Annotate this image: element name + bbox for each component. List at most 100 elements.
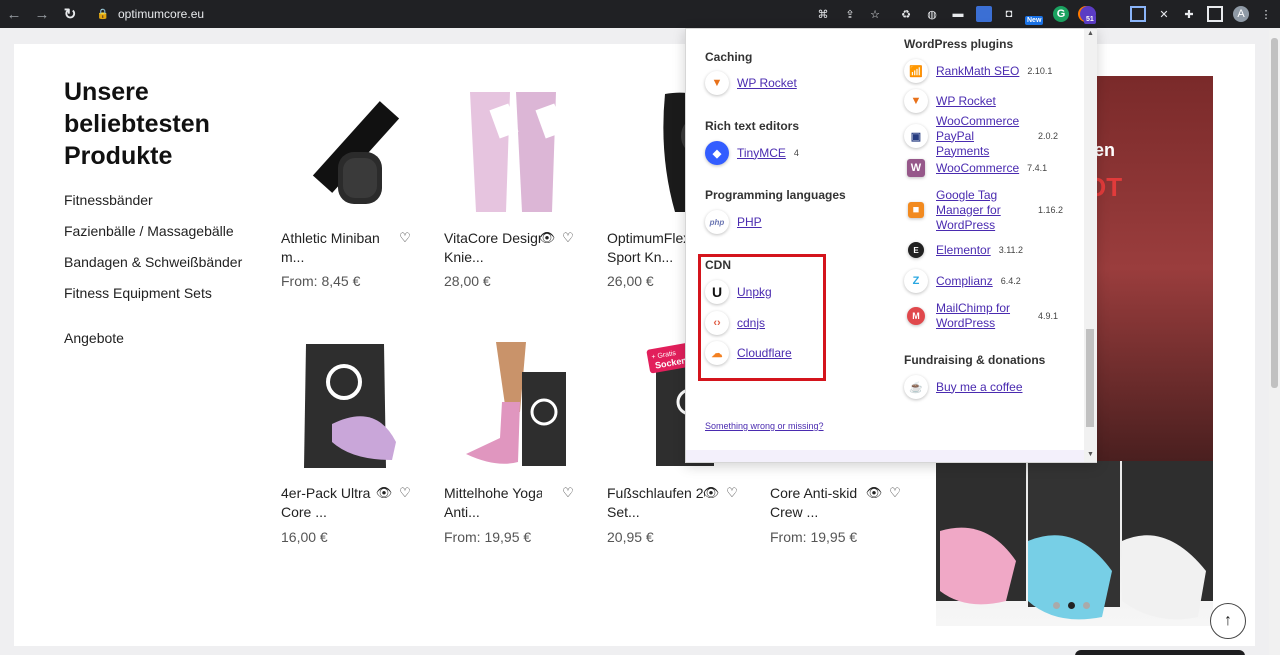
wishlist-heart-icon[interactable]: ♡ [887, 485, 903, 501]
extension-camera-icon[interactable]: ◘ [1001, 6, 1017, 22]
wishlist-heart-icon[interactable]: ♡ [560, 230, 576, 246]
report-missing-link[interactable]: Something wrong or missing? [705, 421, 824, 431]
tech-name[interactable]: Elementor [936, 243, 991, 258]
address-bar[interactable]: optimumcore.eu [118, 7, 204, 21]
category-title-caching: Caching [705, 50, 753, 64]
wishlist-heart-icon[interactable]: ♡ [397, 230, 413, 246]
product-name-cont[interactable]: Crew ... [770, 503, 868, 522]
section-heading: Unsere beliebtesten Produkte [64, 78, 210, 170]
product-name-cont[interactable]: Anti... [444, 503, 542, 522]
carousel-dot[interactable] [1083, 602, 1090, 609]
product-name[interactable]: 4er-Pack Ultra [281, 484, 379, 503]
extension-car-icon[interactable]: ▬ [950, 6, 966, 22]
quick-view-eye-icon[interactable]: 👁 [376, 485, 393, 501]
wp-rocket-icon: ▼ [705, 71, 729, 95]
profile-avatar[interactable]: A [1233, 6, 1249, 22]
tech-name[interactable]: Buy me a coffee [936, 380, 1023, 395]
product-name-cont[interactable]: m... [281, 248, 379, 267]
product-name-cont[interactable]: Knie... [444, 248, 542, 267]
tech-item[interactable]: 📶 RankMath SEO 2.10.1 [904, 58, 1052, 84]
tech-item[interactable]: ◆ TinyMCE 4 [705, 140, 799, 166]
tech-name[interactable]: RankMath SEO [936, 64, 1019, 79]
tech-name[interactable]: Complianz [936, 274, 993, 289]
wappalyzer-count-badge: 51 [1084, 15, 1096, 24]
tech-name[interactable]: WP Rocket [737, 76, 797, 91]
wishlist-heart-icon[interactable]: ♡ [397, 485, 413, 501]
extensions-puzzle-icon[interactable]: ✚ [1181, 6, 1197, 22]
extension-globe-icon[interactable]: ◍ [924, 6, 940, 22]
bookmark-star-icon[interactable]: ☆ [867, 6, 883, 22]
product-name-cont[interactable]: Sport Kn... [607, 248, 685, 267]
category-link[interactable]: Angebote [64, 330, 124, 346]
category-link[interactable]: Fitness Equipment Sets [64, 285, 212, 301]
product-name-cont[interactable]: Core ... [281, 503, 379, 522]
forward-icon[interactable]: → [28, 0, 56, 28]
tech-item[interactable]: ■ Google Tag Manager for WordPress 1.16.… [904, 187, 1063, 233]
tech-version: 3.11.2 [998, 245, 1024, 255]
tech-item[interactable]: ▼ WP Rocket [904, 88, 996, 114]
extension-translate-icon[interactable] [976, 6, 992, 22]
scroll-up-arrow-icon[interactable]: ▲ [1084, 30, 1097, 37]
quick-view-eye-icon[interactable]: 👁 [703, 485, 720, 501]
product-name[interactable]: Athletic Minibands [281, 229, 379, 248]
product-price: 28,00 € [444, 273, 491, 289]
scroll-down-arrow-icon[interactable]: ▼ [1084, 451, 1097, 458]
tech-item[interactable]: Z Complianz 6.4.2 [904, 268, 1021, 294]
category-link[interactable]: Bandagen & Schweißbänder [64, 254, 242, 270]
product-image-minibands[interactable] [296, 86, 414, 216]
side-panel-icon[interactable] [1207, 6, 1223, 22]
extension-screen-icon[interactable] [1130, 6, 1146, 22]
tech-item[interactable]: ☕ Buy me a coffee [904, 374, 1023, 400]
category-link[interactable]: Fitnessbänder [64, 192, 153, 208]
share-icon[interactable]: ⇪ [842, 6, 858, 22]
product-name-cont[interactable]: Set... [607, 503, 705, 522]
tech-item[interactable]: E Elementor 3.11.2 [904, 237, 1023, 263]
page-scrollbar[interactable] [1269, 30, 1280, 655]
browser-menu-icon[interactable]: ⋮ [1258, 6, 1274, 22]
popup-footer-band [686, 450, 1084, 462]
extension-recycle-icon[interactable]: ♻ [898, 6, 914, 22]
product-image-yoga-socks[interactable] [456, 342, 574, 472]
popup-scrollbar[interactable]: ▲ ▼ [1084, 29, 1097, 462]
product-name[interactable]: Mittelhohe Yoga [444, 484, 542, 503]
carousel-dot-active[interactable] [1068, 602, 1075, 609]
tech-name[interactable]: WP Rocket [936, 94, 996, 109]
product-image-knee-sleeve[interactable] [456, 86, 574, 216]
tech-name[interactable]: WooCommerce PayPal Payments [936, 114, 1030, 159]
extension-x-icon[interactable]: ✕ [1156, 6, 1172, 22]
back-icon[interactable]: ← [0, 0, 28, 28]
tech-item[interactable]: W WooCommerce 7.4.1 [904, 155, 1047, 181]
tech-item[interactable]: ▼ WP Rocket [705, 70, 797, 96]
tech-name[interactable]: TinyMCE [737, 146, 786, 161]
tech-name[interactable]: PHP [737, 215, 762, 230]
product-name[interactable]: VitaCore Design [444, 229, 542, 248]
tech-item[interactable]: ▣ WooCommerce PayPal Payments 2.0.2 [904, 114, 1058, 158]
tech-name[interactable]: MailChimp for WordPress [936, 301, 1030, 331]
reload-icon[interactable]: ↻ [56, 0, 84, 28]
category-title-programming: Programming languages [705, 188, 846, 202]
tech-item[interactable]: php PHP [705, 209, 762, 235]
tech-item[interactable]: M MailChimp for WordPress 4.9.1 [904, 299, 1058, 333]
popup-scrollbar-thumb[interactable] [1086, 329, 1094, 427]
carousel-dot[interactable] [1053, 602, 1060, 609]
product-name[interactable]: OptimumFlex [607, 229, 685, 248]
quick-view-eye-icon[interactable]: 👁 [866, 485, 883, 501]
category-link[interactable]: Fazienbälle / Massagebälle [64, 223, 234, 239]
grammarly-icon[interactable]: G [1053, 6, 1069, 22]
product-image-toe-socks[interactable] [296, 342, 414, 472]
page-scrollbar-thumb[interactable] [1271, 38, 1278, 388]
product-name[interactable]: Core Anti-skid [770, 484, 868, 503]
complianz-icon: Z [904, 269, 928, 293]
lock-icon[interactable]: 🔒 [97, 8, 109, 20]
tech-name[interactable]: Google Tag Manager for WordPress [936, 188, 1030, 233]
quick-view-eye-icon[interactable]: 👁 [539, 230, 556, 246]
tech-name[interactable]: WooCommerce [936, 161, 1019, 176]
browser-toolbar: ← → ↻ 🔒 optimumcore.eu ⌘ ⇪ ☆ ♻ ◍ ▬ ◘ New… [0, 0, 1280, 28]
product-name[interactable]: Fußschlaufen 2er [607, 484, 705, 503]
translate-icon[interactable]: ⌘ [815, 6, 831, 22]
wappalyzer-icon[interactable]: 51 [1080, 6, 1096, 24]
extension-new-icon[interactable]: New [1025, 6, 1044, 25]
wishlist-heart-icon[interactable]: ♡ [724, 485, 740, 501]
wishlist-heart-icon[interactable]: ♡ [560, 485, 576, 501]
scroll-to-top-button[interactable]: ↑ [1210, 603, 1246, 639]
